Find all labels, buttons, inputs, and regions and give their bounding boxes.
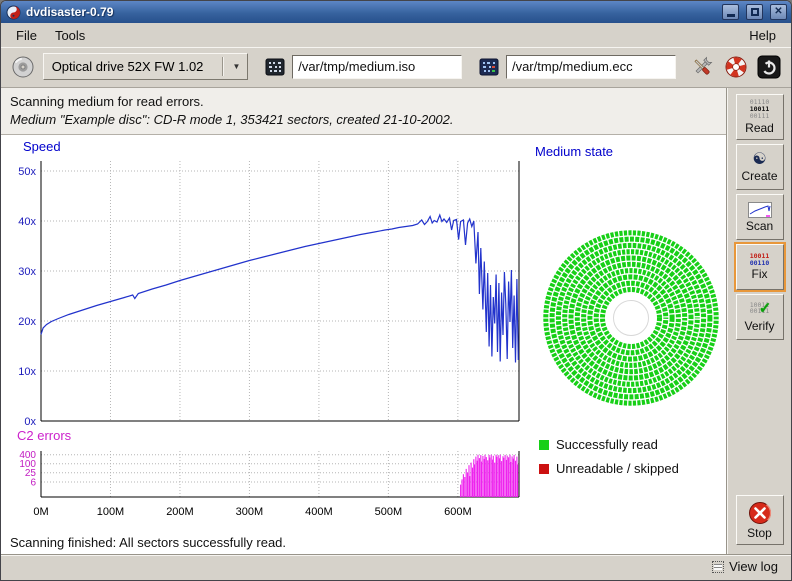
legend-unreadable: Unreadable / skipped [539,461,679,476]
create-label: Create [741,169,777,183]
unreadable-color-swatch [539,464,549,474]
legend-success-label: Successfully read [556,437,658,452]
ecc-path-input[interactable] [506,55,676,79]
content-area: Scanning medium for read errors. Medium … [1,88,791,554]
verify-check-icon: 10011 00111 ✓ [750,302,770,318]
create-yinyang-icon: ☯ [752,152,766,168]
svg-text:600M: 600M [444,506,472,518]
combo-separator [222,57,223,76]
statusbar: View log [1,554,791,580]
minimize-button[interactable] [722,4,739,20]
menu-tools[interactable]: Tools [46,25,94,46]
svg-text:400M: 400M [305,506,333,518]
charts-region: 0x10x20x30x40x50x4001002560M100M200M300M… [1,135,726,533]
success-color-swatch [539,440,549,450]
scan-result-status: Scanning finished: All sectors successfu… [1,533,726,554]
lifebelt-help-icon [724,55,748,79]
medium-state-title: Medium state [535,144,613,159]
toolbar: Optical drive 52X FW 1.02 ▼ [1,47,791,88]
legend-success: Successfully read [539,437,679,452]
scan-button[interactable]: Scan [736,194,784,240]
chevron-down-icon: ▼ [229,62,245,71]
read-label: Read [745,121,774,135]
svg-text:10x: 10x [18,366,36,378]
ecc-file-icon [478,56,500,78]
menu-help[interactable]: Help [740,25,785,46]
stop-icon [748,501,772,525]
svg-text:200M: 200M [166,506,194,518]
iso-path-input[interactable] [292,55,462,79]
legend-unreadable-label: Unreadable / skipped [556,461,679,476]
drive-button[interactable] [9,53,37,81]
svg-text:40x: 40x [18,216,36,228]
menubar: File Tools Help [1,23,791,47]
drive-select[interactable]: Optical drive 52X FW 1.02 ▼ [43,53,249,80]
window-title: dvdisaster-0.79 [26,5,715,19]
titlebar[interactable]: dvdisaster-0.79 ✕ [1,1,791,23]
stop-label: Stop [747,526,772,540]
svg-text:500M: 500M [375,506,403,518]
read-button[interactable]: 01110 10011 00111 Read [736,94,784,140]
quit-button[interactable] [755,53,783,81]
verify-label: Verify [744,319,774,333]
svg-text:50x: 50x [18,166,36,178]
medium-state-legend: Successfully read Unreadable / skipped [539,437,679,476]
medium-state-disc [536,223,726,413]
stop-button[interactable]: Stop [736,495,784,545]
medium-state-panel: Medium state Successfully read Unreadabl… [527,135,726,533]
menu-file[interactable]: File [7,25,46,46]
app-window: dvdisaster-0.79 ✕ File Tools Help Optica… [0,0,792,581]
verify-button[interactable]: 10011 00111 ✓ Verify [736,294,784,340]
fix-button[interactable]: 10011 00110 Fix [736,244,784,290]
svg-text:100M: 100M [97,506,125,518]
svg-text:6: 6 [30,478,36,489]
iso-file-icon [264,56,286,78]
svg-text:20x: 20x [18,316,36,328]
speed-c2-chart: 0x10x20x30x40x50x4001002560M100M200M300M… [3,137,527,521]
svg-text:300M: 300M [236,506,264,518]
fix-label: Fix [752,267,768,281]
view-log-label: View log [729,559,778,574]
view-log-button[interactable]: View log [706,556,784,577]
help-button[interactable] [722,53,750,81]
minimize-icon [727,14,735,17]
preferences-button[interactable] [688,53,716,81]
maximize-button[interactable] [746,4,763,20]
fix-binary-icon: 10011 00110 [750,253,770,267]
optical-disc-icon [11,55,35,79]
maximize-icon [751,8,759,16]
svg-text:0M: 0M [33,506,48,518]
status-line-1: Scanning medium for read errors. [10,93,717,111]
main-panel: Scanning medium for read errors. Medium … [1,88,727,554]
action-sidebar: 01110 10011 00111 Read ☯ Create Scan [727,88,791,554]
tools-wrench-icon [689,54,715,80]
create-button[interactable]: ☯ Create [736,144,784,190]
svg-text:Speed: Speed [23,139,61,154]
read-binary-icon: 01110 10011 00111 [750,99,770,119]
status-area: Scanning medium for read errors. Medium … [1,88,726,135]
close-icon: ✕ [774,7,782,17]
power-icon [757,55,781,79]
app-icon [6,5,21,20]
log-icon [712,561,724,573]
svg-text:30x: 30x [18,266,36,278]
close-button[interactable]: ✕ [770,4,787,20]
scan-label: Scan [746,219,773,233]
scan-chart-icon [748,202,772,218]
svg-text:C2 errors: C2 errors [17,428,72,443]
status-line-2: Medium "Example disc": CD-R mode 1, 3534… [10,111,717,129]
drive-select-value: Optical drive 52X FW 1.02 [52,59,216,74]
svg-text:0x: 0x [24,416,36,428]
